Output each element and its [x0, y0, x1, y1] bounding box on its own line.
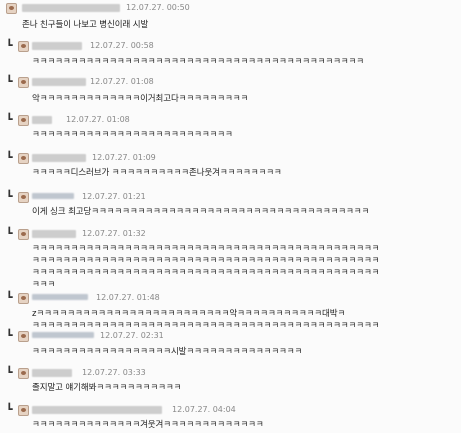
comment-timestamp: 12.07.27. 01:09 [92, 153, 156, 162]
avatar-icon [18, 331, 29, 342]
comment-thread: { "comments": [ {"timestamp": "12.07.27.… [0, 0, 461, 433]
comment-text: ㅋㅋㅋㅋㅋ디스러브가 ㅋㅋㅋㅋㅋㅋㅋㅋㅋㅋ존나웃겨ㅋㅋㅋㅋㅋㅋㅋㅋ [32, 168, 282, 178]
comment-timestamp: 12.07.27. 01:32 [82, 229, 146, 238]
comment-timestamp: 12.07.27. 00:50 [126, 3, 190, 12]
comment-timestamp: 12.07.27. 01:08 [90, 77, 154, 86]
comment-timestamp: 12.07.27. 01:08 [66, 115, 130, 124]
avatar-icon [6, 3, 17, 14]
comment-timestamp: 12.07.27. 02:31 [100, 331, 164, 340]
avatar-icon [18, 405, 29, 416]
comment-text: ㅋㅋㅋㅋㅋㅋㅋㅋㅋㅋㅋㅋㅋㅋㅋㅋㅋㅋㅋㅋㅋㅋㅋㅋㅋㅋ [32, 130, 233, 140]
reply-arrow-icon: ┗ [6, 403, 13, 416]
blurred-nickname [32, 294, 88, 300]
blurred-nickname [32, 369, 72, 377]
comment-timestamp: 12.07.27. 00:58 [90, 41, 154, 50]
reply-arrow-icon: ┗ [6, 366, 13, 379]
comment-timestamp: 12.07.27. 03:33 [82, 368, 146, 377]
blurred-nickname [32, 154, 86, 162]
comment-text: ㅋㅋㅋㅋㅋㅋㅋㅋㅋㅋㅋㅋㅋㅋㅋㅋㅋㅋㅋㅋㅋㅋㅋㅋㅋㅋㅋㅋㅋㅋㅋㅋㅋㅋㅋㅋㅋㅋㅋㅋ… [32, 321, 380, 331]
comment-text: ㅋㅋㅋㅋㅋㅋㅋㅋㅋㅋㅋㅋㅋㅋㅋㅋㅋㅋㅋㅋㅋㅋㅋㅋㅋㅋㅋㅋㅋㅋㅋㅋㅋㅋㅋㅋㅋㅋㅋㅋ… [32, 57, 364, 67]
comment-text: ㅋㅋㅋ [32, 280, 56, 290]
avatar-icon [18, 115, 29, 126]
reply-arrow-icon: ┗ [6, 75, 13, 88]
blurred-nickname [32, 42, 82, 50]
blurred-nickname [32, 406, 162, 414]
reply-arrow-icon: ┗ [6, 113, 13, 126]
reply-arrow-icon: ┗ [6, 227, 13, 240]
comment-text: zㅋㅋㅋㅋㅋㅋㅋㅋㅋㅋㅋㅋㅋㅋㅋㅋㅋㅋㅋㅋㅋㅋㅋㅋㅋ악ㅋㅋㅋㅋㅋㅋㅋㅋㅋㅋㅋ대박… [32, 309, 346, 319]
avatar-icon [18, 293, 29, 304]
avatar-icon [18, 229, 29, 240]
reply-arrow-icon: ┗ [6, 329, 13, 342]
reply-arrow-icon: ┗ [6, 190, 13, 203]
comment-text: 졸지말고 얘기해봐ㅋㅋㅋㅋㅋㅋㅋㅋㅋㅋㅋ [32, 383, 182, 393]
avatar-icon [18, 368, 29, 379]
blurred-nickname [32, 78, 86, 86]
comment-text: ㅋㅋㅋㅋㅋㅋㅋㅋㅋㅋㅋㅋㅋㅋㅋㅋㅋㅋㅋㅋㅋㅋㅋㅋㅋㅋㅋㅋㅋㅋㅋㅋㅋㅋㅋㅋㅋㅋㅋㅋ… [32, 268, 380, 278]
comment-text: ㅋㅋㅋㅋㅋㅋㅋㅋㅋㅋㅋㅋㅋㅋㅋㅋㅋㅋ시발ㅋㅋㅋㅋㅋㅋㅋㅋㅋㅋㅋㅋㅋㅋㅋ [32, 347, 303, 357]
blurred-nickname [32, 116, 52, 124]
blurred-nickname [32, 332, 94, 338]
comment-timestamp: 12.07.27. 01:48 [96, 293, 160, 302]
blurred-nickname [32, 230, 76, 238]
comment-text: 존나 친구들이 나보고 병신이래 시발 [22, 20, 149, 30]
comment-text: 악ㅋㅋㅋㅋㅋㅋㅋㅋㅋㅋㅋㅋㅋ이거최고다ㅋㅋㅋㅋㅋㅋㅋㅋㅋ [32, 94, 249, 104]
blurred-nickname [22, 4, 120, 12]
avatar-icon [18, 153, 29, 164]
comment-text: ㅋㅋㅋㅋㅋㅋㅋㅋㅋㅋㅋㅋㅋㅋ겨웃겨ㅋㅋㅋㅋㅋㅋㅋㅋㅋㅋㅋㅋㅋ [32, 420, 264, 430]
comment-text: ㅋㅋㅋㅋㅋㅋㅋㅋㅋㅋㅋㅋㅋㅋㅋㅋㅋㅋㅋㅋㅋㅋㅋㅋㅋㅋㅋㅋㅋㅋㅋㅋㅋㅋㅋㅋㅋㅋㅋㅋ… [32, 244, 380, 254]
reply-arrow-icon: ┗ [6, 39, 13, 52]
reply-arrow-icon: ┗ [6, 151, 13, 164]
reply-arrow-icon: ┗ [6, 291, 13, 304]
avatar-icon [18, 77, 29, 88]
comment-timestamp: 12.07.27. 04:04 [172, 405, 236, 414]
avatar-icon [18, 192, 29, 203]
comment-timestamp: 12.07.27. 01:21 [82, 192, 146, 201]
avatar-icon [18, 41, 29, 52]
comment-text: ㅋㅋㅋㅋㅋㅋㅋㅋㅋㅋㅋㅋㅋㅋㅋㅋㅋㅋㅋㅋㅋㅋㅋㅋㅋㅋㅋㅋㅋㅋㅋㅋㅋㅋㅋㅋㅋㅋㅋㅋ… [32, 256, 380, 266]
blurred-nickname [32, 193, 74, 199]
comment-text: 이게 싱크 최고당ㅋㅋㅋㅋㅋㅋㅋㅋㅋㅋㅋㅋㅋㅋㅋㅋㅋㅋㅋㅋㅋㅋㅋㅋㅋㅋㅋㅋㅋㅋㅋ… [32, 207, 370, 217]
